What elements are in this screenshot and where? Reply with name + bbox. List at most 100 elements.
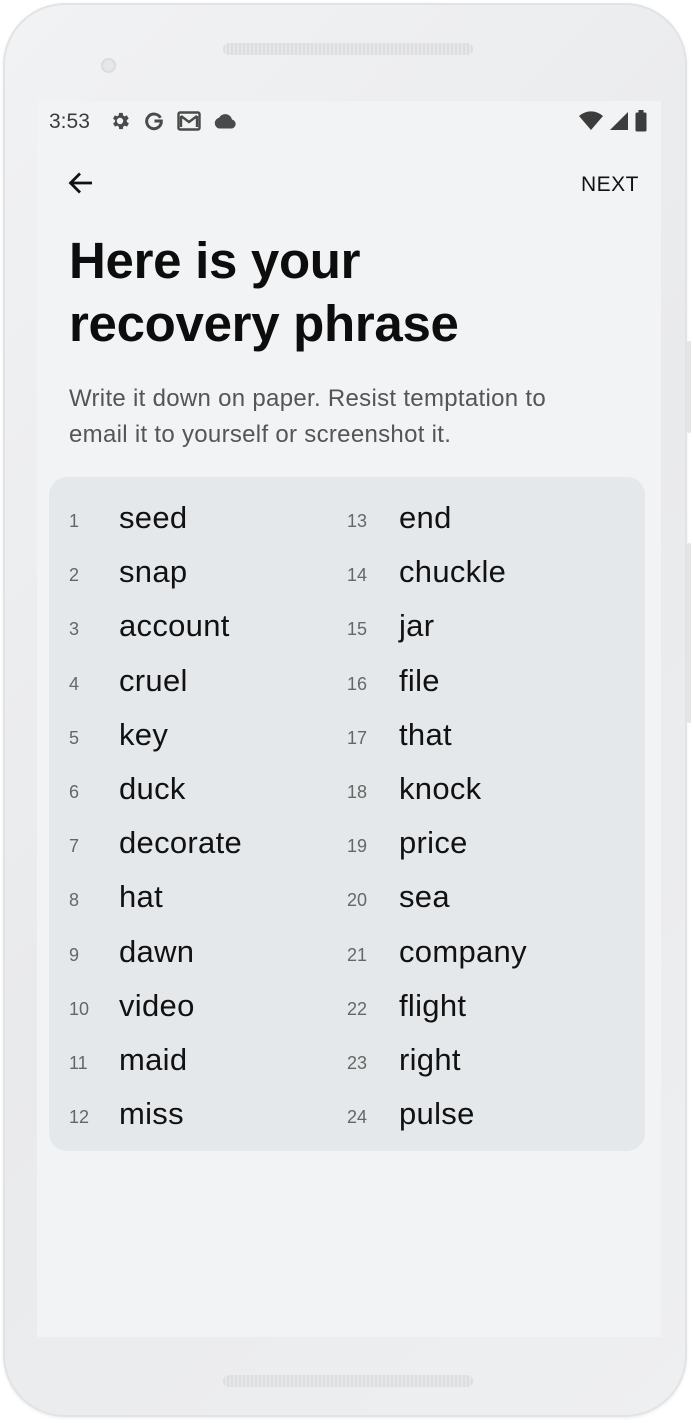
word-number: 24 [347, 1107, 368, 1128]
word-text: sea [399, 879, 450, 915]
word-text: hat [119, 879, 163, 915]
page-title: Here is your recovery phrase [69, 229, 629, 355]
word-text: flight [399, 987, 467, 1023]
word-number: 8 [69, 890, 80, 911]
word-number: 22 [347, 998, 368, 1019]
top-app-bar: NEXT [37, 163, 661, 207]
status-time: 3:53 [49, 110, 90, 133]
phrase-word-item: 1 seed [49, 491, 349, 545]
word-number: 15 [347, 619, 368, 640]
next-button[interactable]: NEXT [581, 173, 639, 197]
word-number: 1 [69, 511, 80, 531]
phrase-word-item: 10 video [49, 979, 349, 1033]
word-number: 14 [347, 565, 368, 586]
status-bar: 3:53 [37, 101, 661, 141]
word-number: 21 [347, 944, 368, 965]
word-number: 12 [69, 1107, 90, 1128]
notification-icons [109, 110, 237, 132]
word-text: duck [119, 770, 186, 806]
word-text: key [119, 716, 169, 752]
gmail-icon [177, 110, 201, 132]
phrase-word-item: 23 right [329, 1033, 629, 1087]
bottom-speaker-grille [223, 1375, 473, 1387]
recovery-phrase-card: 1 seed 2 snap 3 account 4 cruel 5 key 6 duck 7… [49, 477, 645, 1151]
cloud-icon [213, 112, 237, 130]
phrase-column-left: 1 seed 2 snap 3 account 4 cruel 5 key 6 duck 7… [49, 491, 349, 1141]
phrase-word-item: 14 chuckle [329, 545, 629, 599]
word-number: 19 [347, 836, 368, 857]
front-camera [101, 58, 116, 73]
phrase-word-item: 6 duck [49, 762, 349, 816]
word-text: jar [399, 608, 435, 644]
settings-icon [109, 110, 131, 132]
word-number: 16 [347, 673, 368, 694]
phrase-word-item: 19 price [329, 816, 629, 870]
word-number: 18 [347, 781, 368, 802]
phrase-word-item: 9 dawn [49, 925, 349, 979]
signal-icon [609, 111, 629, 131]
word-text: right [399, 1041, 461, 1077]
word-number: 11 [69, 1052, 88, 1073]
battery-icon [635, 110, 647, 132]
word-text: end [399, 500, 452, 535]
word-text: company [399, 933, 527, 969]
word-text: that [399, 716, 452, 752]
phrase-word-item: 17 that [329, 708, 629, 762]
phrase-word-item: 24 pulse [329, 1087, 629, 1141]
word-number: 9 [69, 944, 80, 965]
phrase-word-item: 16 file [329, 654, 629, 708]
page-title-line-1: Here is your [69, 232, 361, 289]
instructions-line-2: email it to yourself or screenshot it. [69, 421, 452, 448]
word-text: price [399, 825, 468, 861]
word-text: file [399, 662, 440, 698]
word-text: decorate [119, 825, 243, 861]
arrow-left-icon [67, 169, 95, 202]
word-number: 20 [347, 890, 368, 911]
google-icon [143, 110, 165, 132]
phrase-word-item: 12 miss [49, 1087, 349, 1141]
phrase-column-right: 13 end 14 chuckle 15 jar 16 file 17 that 18 kn… [329, 491, 629, 1141]
word-number: 3 [69, 619, 80, 640]
phrase-word-item: 7 decorate [49, 816, 349, 870]
word-text: cruel [119, 662, 188, 698]
word-number: 23 [347, 1052, 368, 1073]
word-number: 5 [69, 727, 80, 748]
power-button [687, 341, 691, 433]
phone-frame: 3:53 NEXT Here is your recovery phrase W… [3, 3, 691, 1417]
word-number: 4 [69, 673, 80, 694]
back-button[interactable] [65, 169, 97, 201]
phrase-word-item: 5 key [49, 708, 349, 762]
phrase-word-item: 3 account [49, 599, 349, 653]
phrase-word-item: 8 hat [49, 870, 349, 924]
phrase-word-item: 2 snap [49, 545, 349, 599]
phrase-word-item: 18 knock [329, 762, 629, 816]
word-number: 2 [69, 565, 80, 586]
volume-button [687, 543, 691, 723]
word-text: knock [399, 770, 482, 806]
word-text: seed [119, 500, 188, 535]
word-number: 7 [69, 836, 80, 857]
phrase-word-item: 21 company [329, 925, 629, 979]
word-text: dawn [119, 933, 195, 969]
word-text: pulse [399, 1096, 475, 1132]
word-number: 6 [69, 781, 80, 802]
word-number: 13 [347, 511, 368, 531]
screen: 3:53 NEXT Here is your recovery phrase W… [37, 101, 661, 1337]
word-text: miss [119, 1096, 184, 1132]
instructions-text: Write it down on paper. Resist temptatio… [69, 381, 629, 453]
phrase-word-item: 20 sea [329, 870, 629, 924]
phrase-word-item: 22 flight [329, 979, 629, 1033]
system-icons [579, 110, 647, 132]
word-text: account [119, 608, 230, 644]
word-text: snap [119, 554, 188, 590]
page-title-line-2: recovery phrase [69, 295, 459, 352]
phrase-word-item: 15 jar [329, 599, 629, 653]
instructions-line-1: Write it down on paper. Resist temptatio… [69, 385, 546, 412]
top-speaker-grille [223, 43, 473, 55]
phrase-word-item: 13 end [329, 491, 629, 545]
word-text: maid [119, 1041, 188, 1077]
phrase-word-item: 11 maid [49, 1033, 349, 1087]
word-text: chuckle [399, 554, 507, 590]
word-text: video [119, 987, 195, 1023]
word-number: 10 [69, 998, 90, 1019]
